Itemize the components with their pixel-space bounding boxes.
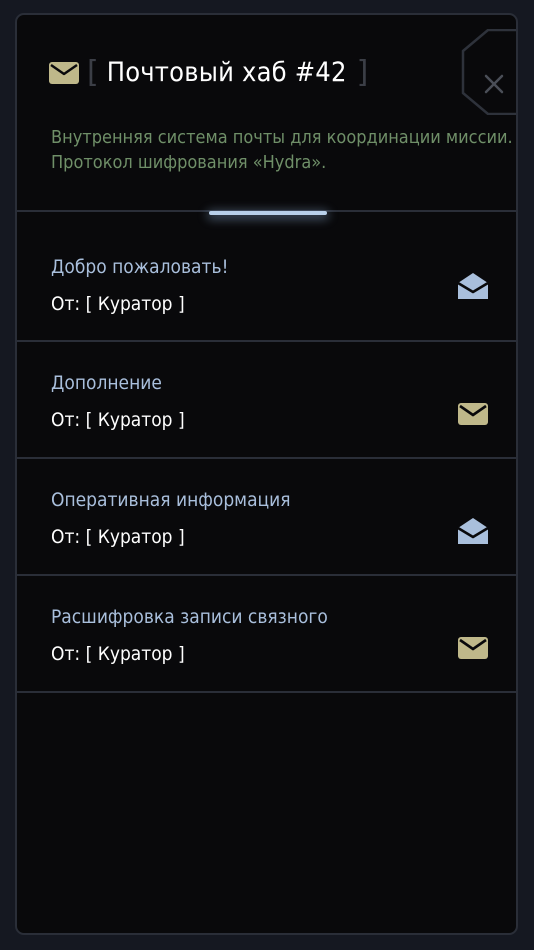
panel-header: [ Почтовый хаб #42 ] Внутренняя система … [17, 15, 516, 212]
title-bracket-open: [ [87, 55, 99, 90]
title-bracket-close: ] [356, 55, 369, 90]
message-subject: Добро пожаловать! [51, 256, 229, 278]
mail-icon [49, 62, 79, 84]
message-sender: От: [ Куратор ] [51, 526, 185, 548]
title-row: [ Почтовый хаб #42 ] [49, 53, 368, 93]
message-sender: От: [ Куратор ] [51, 409, 185, 431]
mail-hub-panel: [ Почтовый хаб #42 ] Внутренняя система … [15, 13, 518, 935]
page-title: Почтовый хаб #42 [106, 57, 347, 88]
message-sender: От: [ Куратор ] [51, 643, 185, 665]
close-button[interactable] [460, 29, 518, 115]
message-list: Добро пожаловать! От: [ Куратор ] Дополн… [17, 212, 516, 693]
mail-open-icon [457, 518, 489, 544]
message-subject: Дополнение [51, 372, 162, 394]
message-item-welcome[interactable]: Добро пожаловать! От: [ Куратор ] [17, 212, 516, 342]
message-sender: От: [ Куратор ] [51, 293, 185, 315]
hub-description: Внутренняя система почты для координации… [51, 127, 513, 173]
close-icon[interactable] [484, 74, 504, 94]
message-subject: Расшифровка записи связного [51, 606, 328, 628]
mail-closed-icon [458, 403, 488, 425]
message-subject: Оперативная информация [51, 489, 291, 511]
message-item-transcript[interactable]: Расшифровка записи связного От: [ Курато… [17, 576, 516, 693]
mail-open-icon [457, 273, 489, 299]
message-item-addendum[interactable]: Дополнение От: [ Куратор ] [17, 342, 516, 459]
message-item-operational-info[interactable]: Оперативная информация От: [ Куратор ] [17, 459, 516, 576]
mail-closed-icon [458, 637, 488, 659]
